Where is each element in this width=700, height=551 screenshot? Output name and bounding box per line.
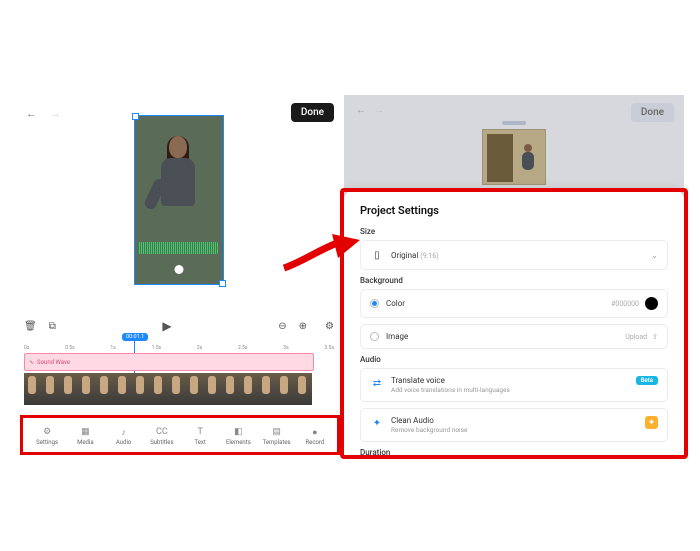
project-settings-sheet: Project Settings Size ▯ Original (9:16) … <box>344 190 684 455</box>
settings-panel: ← → Done Project Settings Size ▯ Origina… <box>344 95 684 455</box>
media-icon: ▦ <box>80 427 91 438</box>
duration-section-label: Duration <box>360 448 668 457</box>
templates-icon: ▤ <box>271 427 282 438</box>
duplicate-icon[interactable]: ⧉ <box>49 321 56 332</box>
clean-audio-row[interactable]: ✦ Clean Audio Remove background noise ✦ <box>360 408 668 442</box>
translate-icon: ⇄ <box>370 376 384 390</box>
toolbar-tab-templates[interactable]: ▤Templates <box>258 427 296 446</box>
toolbar-tab-subtitles[interactable]: CCSubtitles <box>143 427 181 446</box>
radio-unselected-icon[interactable] <box>370 332 379 341</box>
audio-section-label: Audio <box>360 355 668 364</box>
background-section-label: Background <box>360 276 668 285</box>
audio-track[interactable]: ∿ Sound Wave <box>24 353 314 371</box>
toolbar-tab-label: Elements <box>226 439 251 446</box>
toolbar-tab-label: Audio <box>116 439 131 446</box>
canvas-play-icon[interactable] <box>175 265 184 274</box>
toolbar-tab-label: Templates <box>263 439 291 446</box>
toolbar-tab-text[interactable]: TText <box>181 427 219 446</box>
toolbar-tab-label: Subtitles <box>150 439 173 446</box>
sparkle-icon: ✦ <box>370 416 384 430</box>
size-section-label: Size <box>360 227 668 236</box>
radio-selected-icon[interactable] <box>370 299 379 308</box>
beta-badge: Beta <box>636 376 658 385</box>
sheet-handle-icon[interactable] <box>502 121 526 125</box>
redo-icon[interactable]: → <box>50 107 64 117</box>
record-icon: ● <box>309 427 320 438</box>
audio-waveform-overlay <box>139 242 219 254</box>
toolbar-tab-label: Settings <box>36 439 58 446</box>
translate-voice-row[interactable]: ⇄ Translate voice Add voice translations… <box>360 368 668 402</box>
toolbar-tab-audio[interactable]: ♪Audio <box>105 427 143 446</box>
bg-color-value: #000000 <box>611 300 639 308</box>
done-button[interactable]: Done <box>631 103 674 122</box>
transport-controls: 🗑 ⧉ ▶ ⊖ ⊕ ⚙ <box>24 315 334 337</box>
audio-icon: ♪ <box>118 427 129 438</box>
bg-color-row[interactable]: Color #000000 <box>360 289 668 318</box>
sheet-title: Project Settings <box>360 204 668 217</box>
undo-icon[interactable]: ← <box>26 107 40 117</box>
elements-icon: ◧ <box>233 427 244 438</box>
play-icon[interactable]: ▶ <box>162 319 171 333</box>
toolbar-tab-label: Text <box>194 439 205 446</box>
size-row[interactable]: ▯ Original (9:16) ⌄ <box>360 240 668 270</box>
premium-badge-icon: ✦ <box>645 416 658 429</box>
toolbar-tab-label: Record <box>305 439 324 446</box>
settings-icon: ⚙ <box>42 427 53 438</box>
wave-icon: ∿ <box>29 359 34 366</box>
bg-image-row[interactable]: Image Upload ⇪ <box>360 324 668 349</box>
zoom-in-icon[interactable]: ⊕ <box>299 321 307 332</box>
video-canvas[interactable] <box>134 115 224 285</box>
done-button[interactable]: Done <box>291 103 334 122</box>
color-swatch[interactable] <box>645 297 658 310</box>
video-track[interactable] <box>24 373 314 405</box>
canvas-region: ← → Done <box>14 95 344 305</box>
phone-icon: ▯ <box>370 248 384 262</box>
settings-icon[interactable]: ⚙ <box>325 321 334 332</box>
text-icon: T <box>195 427 206 438</box>
bottom-toolbar: ⚙Settings▦Media♪AudioCCSubtitlesTText◧El… <box>24 419 338 453</box>
editor-panel: ← → Done 🗑 ⧉ ▶ ⊖ ⊕ ⚙ 0s0.5s1s1.5s2s <box>14 95 344 455</box>
playhead-time: 00:01.1 <box>122 333 148 341</box>
timeline-ruler[interactable]: 0s0.5s1s1.5s2s2.5s3s3.5s <box>24 341 334 351</box>
toolbar-tab-media[interactable]: ▦Media <box>66 427 104 446</box>
toolbar-tab-settings[interactable]: ⚙Settings <box>28 427 66 446</box>
chevron-down-icon: ⌄ <box>651 251 658 260</box>
zoom-out-icon[interactable]: ⊖ <box>278 321 286 332</box>
upload-icon: ⇪ <box>652 333 658 341</box>
delete-icon[interactable]: 🗑 <box>24 321 37 332</box>
audio-track-label: Sound Wave <box>37 359 70 366</box>
toolbar-tab-label: Media <box>77 439 94 446</box>
subtitles-icon: CC <box>156 427 167 438</box>
undo-icon[interactable]: ← <box>356 105 366 116</box>
toolbar-tab-elements[interactable]: ◧Elements <box>219 427 257 446</box>
background-editor: ← → Done <box>344 95 684 190</box>
toolbar-tab-record[interactable]: ●Record <box>296 427 334 446</box>
mini-canvas <box>482 129 546 185</box>
redo-icon[interactable]: → <box>374 105 384 116</box>
